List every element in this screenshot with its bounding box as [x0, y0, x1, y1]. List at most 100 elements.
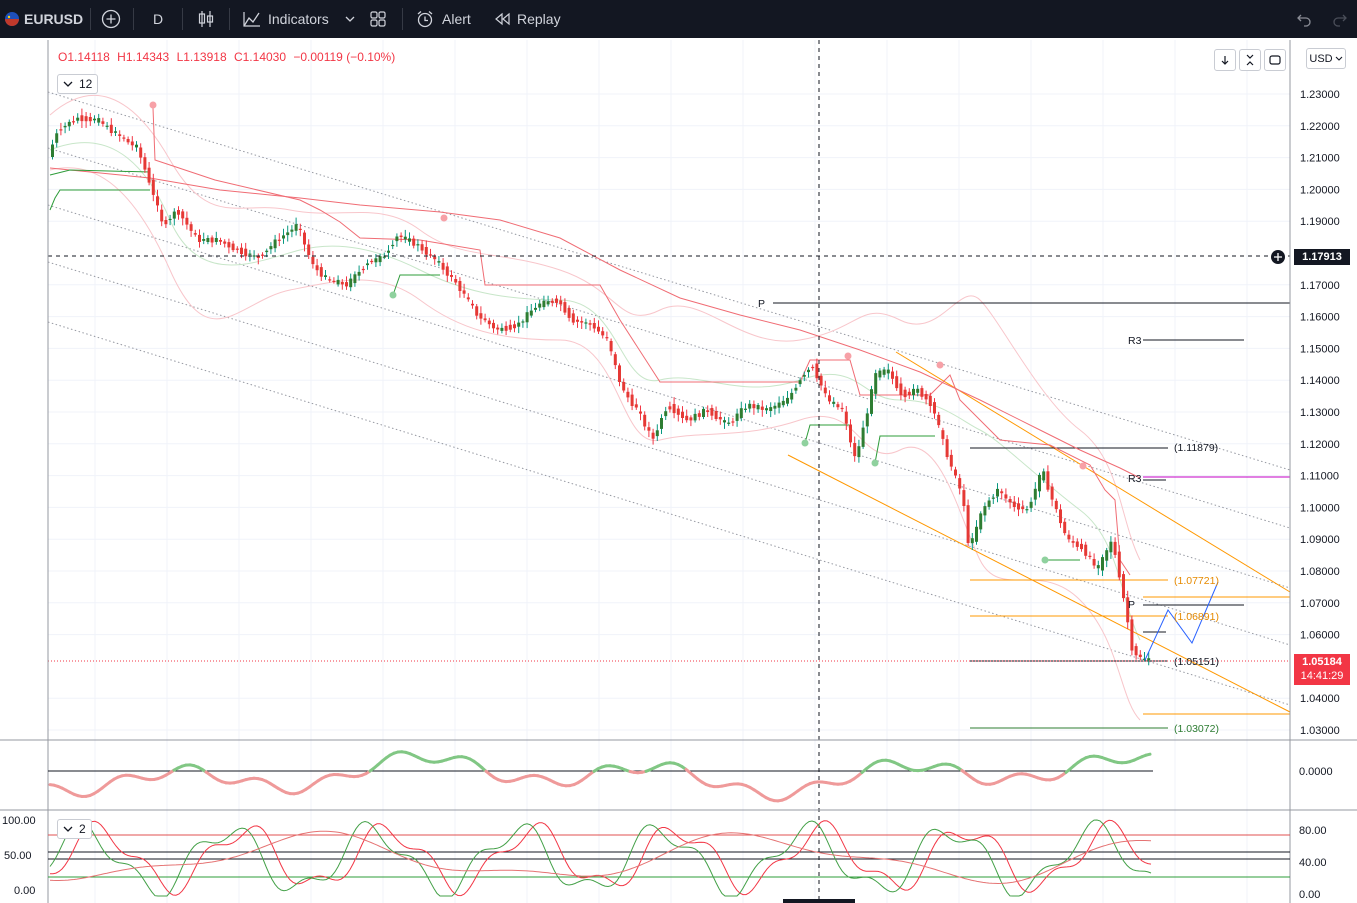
indicator-count: 12 [79, 77, 93, 91]
candle [983, 502, 987, 522]
candle [177, 206, 180, 220]
candle [210, 235, 214, 248]
candle [895, 370, 899, 391]
candle [773, 402, 777, 415]
osc2-left-label: 100.00 [2, 815, 36, 827]
candle [613, 351, 617, 370]
currency-selector[interactable]: USD [1306, 48, 1346, 69]
add-alert-icon[interactable] [1269, 248, 1287, 266]
candle [823, 380, 827, 398]
candle [424, 240, 428, 260]
candle [273, 234, 277, 253]
candle [231, 240, 235, 253]
candle [202, 232, 206, 245]
candle [991, 494, 995, 504]
candle [479, 306, 483, 325]
candles [51, 108, 1151, 666]
candle [781, 395, 785, 408]
candle [1067, 530, 1071, 543]
candle [777, 396, 781, 414]
candle [303, 230, 306, 252]
horizontal-grid [48, 93, 1290, 731]
candle [681, 406, 684, 424]
price-tick-label: 1.04000 [1300, 693, 1340, 705]
candle [870, 385, 873, 417]
candle [193, 229, 197, 237]
candle [836, 401, 840, 410]
candle [521, 319, 525, 328]
candle [130, 136, 134, 151]
candle [399, 232, 403, 243]
candle [580, 316, 584, 329]
price-tick-label: 1.14000 [1300, 375, 1340, 387]
move-down-button[interactable] [1214, 49, 1236, 71]
candle [1084, 541, 1088, 560]
candle [567, 305, 571, 322]
candle [996, 483, 999, 503]
pivot-label: P [1128, 599, 1135, 611]
candle [601, 327, 605, 339]
candle [219, 237, 222, 245]
candle [72, 115, 75, 125]
r3-label: R3 [1128, 335, 1142, 347]
osc2-right-label: 80.00 [1299, 825, 1327, 837]
candle [227, 238, 231, 254]
candle [206, 235, 210, 245]
candle [1021, 500, 1025, 514]
candle [51, 139, 54, 160]
price-tick-label: 1.19000 [1300, 216, 1340, 228]
candle [1042, 468, 1046, 483]
candle [403, 229, 407, 244]
candle [542, 295, 546, 310]
price-tick-label: 1.08000 [1300, 566, 1340, 578]
candle [135, 141, 138, 152]
candle [315, 258, 319, 276]
candle [458, 277, 462, 298]
candle [832, 397, 836, 408]
candle [605, 331, 609, 341]
candle [630, 388, 634, 411]
candle [391, 240, 395, 250]
candle [198, 229, 201, 248]
candle [786, 391, 789, 407]
candle [702, 406, 705, 420]
candle [899, 377, 903, 401]
fib-label: (1.03072) [1174, 723, 1219, 735]
maximize-button[interactable] [1264, 49, 1286, 71]
candle [311, 251, 315, 269]
candle [907, 388, 911, 400]
indicator-count-toggle[interactable]: 12 [57, 74, 99, 94]
candle [1050, 483, 1054, 507]
candle [1080, 538, 1083, 552]
candle [756, 403, 760, 413]
candle [492, 319, 495, 333]
collapse-button[interactable] [1239, 49, 1261, 71]
price-tick-label: 1.22000 [1300, 121, 1340, 133]
candle [143, 153, 147, 173]
candle [529, 304, 533, 318]
candle [975, 520, 978, 545]
osc2-left-label: 0.00 [14, 885, 35, 897]
candle [126, 136, 130, 145]
keltner-channel [49, 142, 1141, 641]
candle [723, 416, 726, 429]
candle [172, 208, 176, 226]
candle [941, 427, 945, 446]
candle [244, 242, 248, 261]
osc2-count-toggle[interactable]: 2 [57, 819, 92, 839]
main-chart[interactable]: 1.23000 1.22000 1.21000 1.20000 1.19000 1.170… [0, 0, 1357, 903]
price-tick-label: 1.17000 [1300, 280, 1340, 292]
candle [1130, 615, 1134, 656]
candle [857, 439, 861, 463]
candle [559, 295, 563, 312]
candle [1122, 571, 1125, 602]
candle [357, 265, 361, 281]
candle [571, 309, 575, 326]
candle [647, 421, 651, 438]
candle [80, 108, 84, 128]
candle [744, 403, 747, 413]
candle [445, 262, 449, 282]
candle [954, 466, 957, 479]
change-value: −0.00119 (−0.10%) [293, 50, 396, 64]
candle [282, 228, 285, 244]
